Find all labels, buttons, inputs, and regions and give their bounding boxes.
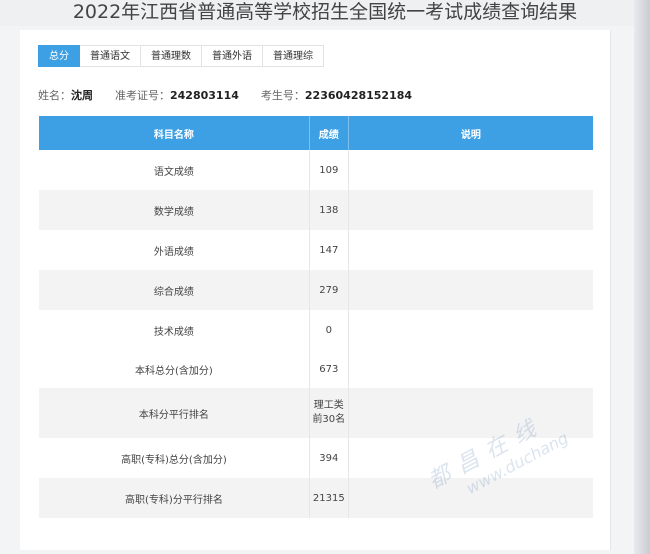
- score-cell: 279: [309, 270, 349, 310]
- subject-cell: 技术成绩: [39, 310, 310, 350]
- header-note: 说明: [348, 116, 593, 150]
- table-row: 本科分平行排名 理工类前30名: [39, 388, 593, 438]
- subject-tabs: 总分 普通语文 普通理数 普通外语 普通理综: [38, 45, 324, 67]
- tab-math[interactable]: 普通理数: [141, 45, 202, 67]
- score-cell: 理工类前30名: [309, 388, 349, 438]
- results-panel: 总分 普通语文 普通理数 普通外语 普通理综 姓名：沈周 准考证号：242803…: [20, 30, 611, 550]
- score-table: 科目名称 成绩 说明 语文成绩 109 数学成绩 138 外语成绩 147 综合…: [39, 116, 593, 518]
- tab-science-comprehensive[interactable]: 普通理综: [263, 45, 324, 67]
- subject-cell: 高职(专科)分平行排名: [39, 478, 310, 518]
- header-subject: 科目名称: [39, 116, 310, 150]
- table-row: 外语成绩 147: [39, 230, 593, 270]
- table-row: 语文成绩 109: [39, 150, 593, 190]
- note-cell: [348, 270, 593, 310]
- tab-chinese[interactable]: 普通语文: [80, 45, 141, 67]
- score-cell: 394: [309, 438, 349, 478]
- table-row: 高职(专科)分平行排名 21315: [39, 478, 593, 518]
- note-cell: [348, 350, 593, 388]
- note-cell: [348, 190, 593, 230]
- note-cell: [348, 310, 593, 350]
- examinee-value: 22360428152184: [304, 89, 413, 102]
- score-cell: 138: [309, 190, 349, 230]
- score-cell: 673: [309, 350, 349, 388]
- subject-cell: 语文成绩: [39, 150, 310, 190]
- tab-total[interactable]: 总分: [38, 45, 80, 67]
- score-cell: 109: [309, 150, 349, 190]
- tab-foreign-language[interactable]: 普通外语: [202, 45, 263, 67]
- score-cell: 21315: [309, 478, 349, 518]
- subject-cell: 数学成绩: [39, 190, 310, 230]
- subject-cell: 本科分平行排名: [39, 388, 310, 438]
- name-field: 姓名：沈周: [38, 87, 93, 103]
- table-row: 技术成绩 0: [39, 310, 593, 350]
- table-row: 综合成绩 279: [39, 270, 593, 310]
- examinee-label: 考生号：: [260, 89, 305, 102]
- score-cell: 147: [309, 230, 349, 270]
- table-row: 本科总分(含加分) 673: [39, 350, 593, 388]
- ticket-label: 准考证号：: [115, 89, 170, 102]
- ticket-field: 准考证号：242803114: [115, 87, 239, 103]
- candidate-info: 姓名：沈周 准考证号：242803114 考生号：22360428152184: [38, 87, 412, 103]
- subject-cell: 综合成绩: [39, 270, 310, 310]
- note-cell: [348, 230, 593, 270]
- examinee-field: 考生号：22360428152184: [261, 87, 412, 103]
- name-label: 姓名：: [38, 89, 71, 102]
- note-cell: [348, 438, 593, 478]
- table-header-row: 科目名称 成绩 说明: [39, 116, 593, 150]
- name-value: 沈周: [71, 89, 93, 102]
- window-edge: [634, 0, 650, 554]
- header-score: 成绩: [309, 116, 349, 150]
- table-row: 数学成绩 138: [39, 190, 593, 230]
- score-cell: 0: [309, 310, 349, 350]
- table-row: 高职(专科)总分(含加分) 394: [39, 438, 593, 478]
- subject-cell: 外语成绩: [39, 230, 310, 270]
- note-cell: [348, 150, 593, 190]
- subject-cell: 本科总分(含加分): [39, 350, 310, 388]
- page-title: 2022年江西省普通高等学校招生全国统一考试成绩查询结果: [0, 0, 650, 26]
- note-cell: [348, 478, 593, 518]
- note-cell: [348, 388, 593, 438]
- ticket-value: 242803114: [170, 89, 239, 102]
- subject-cell: 高职(专科)总分(含加分): [39, 438, 310, 478]
